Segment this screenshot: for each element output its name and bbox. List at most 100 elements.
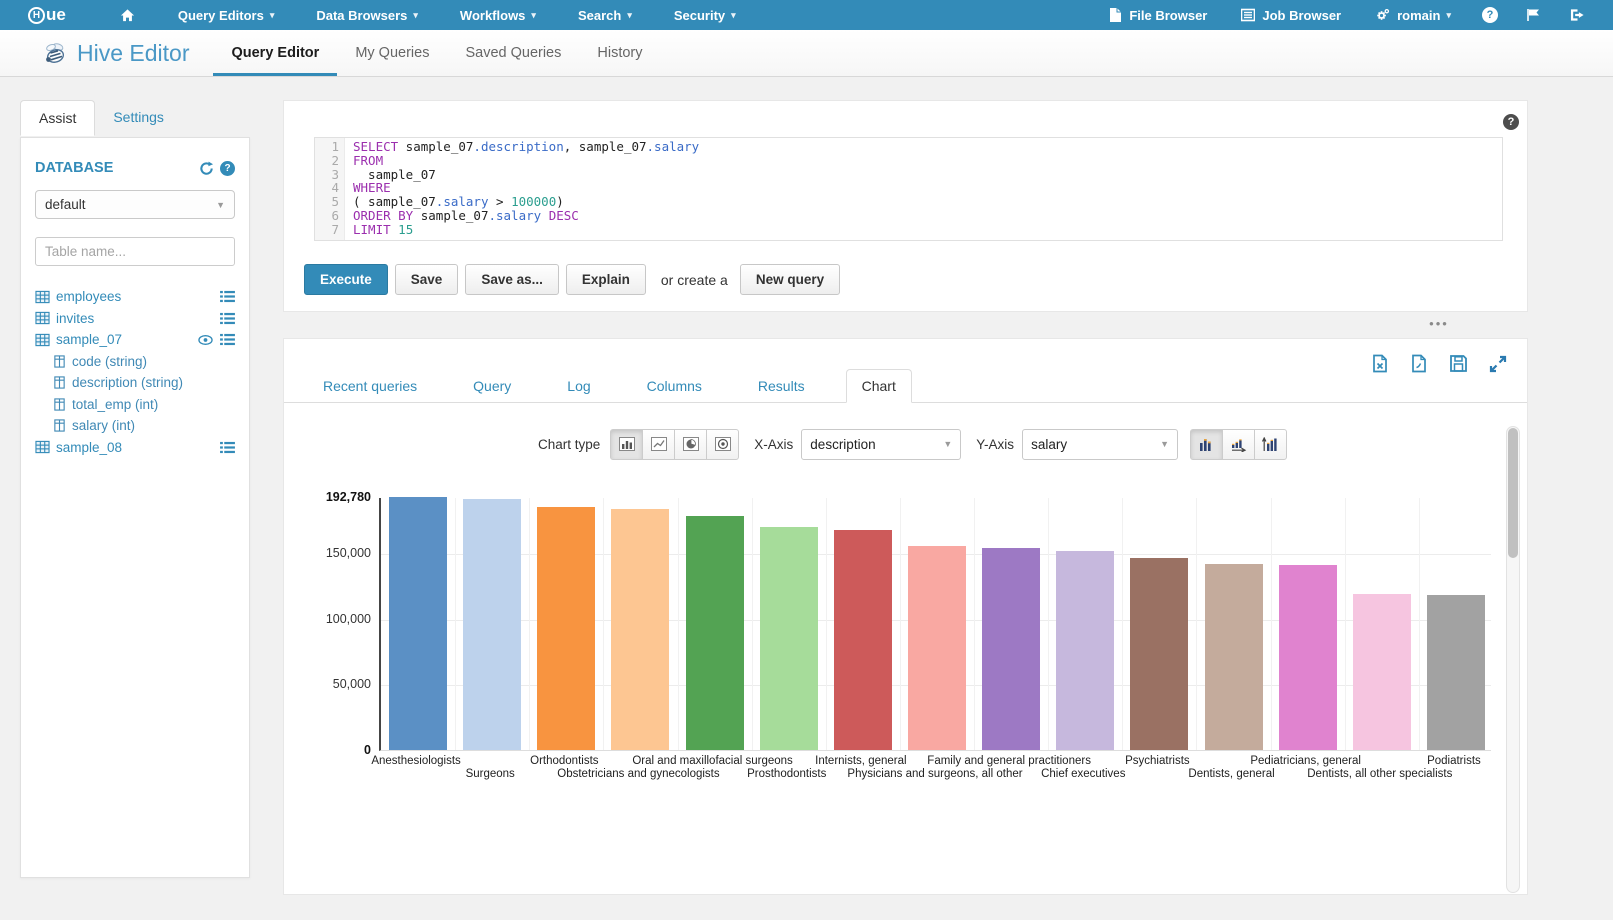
results-tab-chart[interactable]: Chart: [846, 369, 912, 403]
line-number: 7: [315, 223, 339, 237]
table-row-invites[interactable]: invites: [35, 308, 235, 330]
chevron-down-icon: ▾: [1446, 10, 1451, 21]
overlap-bars-icon: [1262, 437, 1279, 452]
editor-help-icon[interactable]: ?: [1503, 114, 1519, 130]
menu-icon[interactable]: [220, 441, 235, 454]
bar-anesthesiologists: [389, 497, 447, 750]
line-number: 4: [315, 181, 339, 195]
expand-results-icon[interactable]: [1489, 355, 1507, 373]
map-chart-button[interactable]: [706, 429, 739, 460]
nav-menu-search[interactable]: Search▾: [557, 0, 653, 30]
table-icon: [35, 311, 50, 325]
question-icon: ?: [1482, 7, 1498, 23]
menu-icon[interactable]: [220, 290, 235, 303]
table-row-icons: [220, 441, 235, 454]
menu-icon[interactable]: [220, 333, 235, 346]
line-chart-button[interactable]: [642, 429, 675, 460]
column-row-code[interactable]: code (string): [35, 351, 235, 373]
flags-button[interactable]: [1512, 0, 1556, 30]
results-tab-recent-queries[interactable]: Recent queries: [308, 370, 432, 402]
chevron-down-icon: ▾: [627, 10, 632, 21]
chevron-down-icon: ▾: [270, 10, 275, 21]
column-row-total-emp[interactable]: total_emp (int): [35, 394, 235, 416]
help-button[interactable]: ?: [1468, 0, 1512, 30]
hue-logo[interactable]: Hue: [28, 5, 66, 25]
table-name: employees: [56, 289, 220, 304]
editor-actions: Execute Save Save as... Explain or creat…: [304, 264, 847, 295]
tab-my-queries[interactable]: My Queries: [337, 30, 447, 76]
tab-saved-queries[interactable]: Saved Queries: [447, 30, 579, 76]
results-tab-query[interactable]: Query: [458, 370, 526, 402]
save-results-icon[interactable]: [1449, 354, 1468, 373]
refresh-icon[interactable]: [199, 161, 214, 176]
x-tick-label: Family and general practitioners: [927, 755, 1091, 767]
table-name: sample_08: [56, 440, 220, 455]
save-button[interactable]: Save: [395, 264, 459, 295]
tab-assist[interactable]: Assist: [20, 100, 95, 136]
nav-menu-query-editors[interactable]: Query Editors ▾: [157, 0, 296, 30]
y-axis-select[interactable]: salary ▼: [1022, 429, 1178, 460]
scrollbar-thumb[interactable]: [1508, 428, 1518, 558]
tab-settings[interactable]: Settings: [95, 100, 182, 135]
explain-button[interactable]: Explain: [566, 264, 646, 295]
sql-line: WHERE: [353, 181, 699, 195]
y-axis-select-value: salary: [1031, 437, 1067, 452]
stacked-bars-icon: [1230, 437, 1248, 452]
logout-button[interactable]: [1556, 0, 1599, 30]
chart-controls: Chart type X-Axis description ▼ Y-Axis s…: [284, 428, 1529, 460]
sql-editor[interactable]: 1234567 SELECT sample_07.description, sa…: [314, 137, 1503, 241]
table-row-sample-07[interactable]: sample_07: [35, 329, 235, 351]
chevron-down-icon: ▾: [531, 10, 536, 21]
bar-oral-and-maxillofacial-surgeons: [686, 516, 744, 750]
stacked-bars-button[interactable]: [1222, 429, 1255, 460]
new-query-button[interactable]: New query: [740, 264, 840, 295]
excel-download-icon[interactable]: [1371, 354, 1389, 373]
user-menu[interactable]: romain ▾: [1358, 0, 1468, 30]
nav-menu-data-browsers[interactable]: Data Browsers▾: [295, 0, 439, 30]
column-icon: [53, 376, 66, 389]
overlap-bars-button[interactable]: [1254, 429, 1287, 460]
database-select-value: default: [45, 197, 86, 212]
line-number: 1: [315, 140, 339, 154]
x-tick-label: Dentists, all other specialists: [1307, 768, 1452, 780]
nav-right: File Browser Job Browser romain ▾ ?: [1092, 0, 1613, 30]
nav-menus: Query Editors▾Data Browsers▾Workflows▾Se…: [157, 0, 757, 30]
grouped-bars-button[interactable]: [1190, 429, 1223, 460]
results-scrollbar[interactable]: [1506, 426, 1520, 893]
column-row-salary[interactable]: salary (int): [35, 415, 235, 437]
table-row-employees[interactable]: employees: [35, 286, 235, 308]
results-tab-columns[interactable]: Columns: [632, 370, 717, 402]
file-browser-button[interactable]: File Browser: [1092, 0, 1224, 30]
database-select[interactable]: default ▼: [35, 190, 235, 219]
home-button[interactable]: [98, 0, 157, 30]
nav-menu-workflows[interactable]: Workflows ▾: [439, 0, 557, 30]
column-row-description[interactable]: description (string): [35, 372, 235, 394]
x-axis-select[interactable]: description ▼: [801, 429, 961, 460]
menu-icon[interactable]: [220, 312, 235, 325]
line-number: 3: [315, 168, 339, 182]
results-tab-log[interactable]: Log: [552, 370, 605, 402]
database-help-icon[interactable]: ?: [220, 161, 235, 176]
pie-chart-button[interactable]: [674, 429, 707, 460]
table-row-sample-08[interactable]: sample_08: [35, 437, 235, 459]
panel-resize-handle[interactable]: •••: [1425, 316, 1453, 332]
results-tab-results[interactable]: Results: [743, 370, 820, 402]
table-row-icons: [220, 312, 235, 325]
nav-menu-label: Workflows: [460, 8, 526, 23]
bar-chart-button[interactable]: [610, 429, 643, 460]
nav-menu-security[interactable]: Security▾: [653, 0, 757, 30]
save-as-button[interactable]: Save as...: [465, 264, 559, 295]
sql-line: ( sample_07.salary > 100000): [353, 195, 699, 209]
tab-history[interactable]: History: [579, 30, 660, 76]
x-tick-label: Physicians and surgeons, all other: [847, 768, 1022, 780]
nav-menu-label: Query Editors: [178, 8, 264, 23]
execute-button[interactable]: Execute: [304, 264, 388, 295]
column-name: code (string): [72, 354, 147, 369]
job-browser-button[interactable]: Job Browser: [1224, 0, 1358, 30]
file-download-icon[interactable]: [1410, 354, 1428, 373]
eye-icon[interactable]: [198, 334, 213, 346]
y-tick-label: 0: [364, 743, 371, 757]
job-browser-label: Job Browser: [1262, 8, 1341, 23]
tab-query-editor[interactable]: Query Editor: [213, 30, 337, 76]
table-filter-input[interactable]: [35, 237, 235, 266]
